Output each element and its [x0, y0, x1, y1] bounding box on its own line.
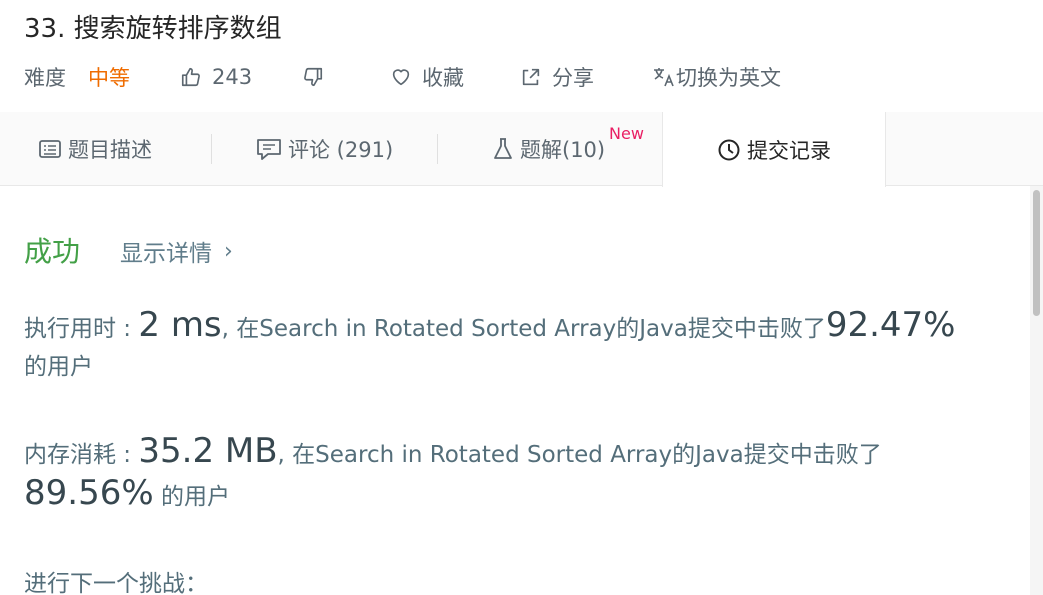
difficulty-value: 中等 [88, 66, 130, 90]
result-status: 成功 [24, 235, 81, 268]
chevron-right-icon: › [224, 238, 233, 264]
runtime-stat: 执行用时 : 2 ms, 在Search in Rotated Sorted A… [24, 306, 1004, 386]
memory-label: 内存消耗 : [24, 442, 139, 468]
runtime-description: , 在Search in Rotated Sorted Array的Java提交… [221, 316, 826, 342]
memory-stat: 内存消耗 : 35.2 MB, 在Search in Rotated Sorte… [24, 432, 1004, 516]
tab-comments[interactable]: 评论 (291) [256, 112, 393, 186]
runtime-suffix: 的用户 [24, 354, 93, 380]
like-count: 243 [212, 65, 253, 89]
scrollbar[interactable] [1030, 186, 1043, 595]
memory-description: , 在Search in Rotated Sorted Array的Java提交… [277, 442, 882, 468]
clock-icon [717, 138, 741, 162]
collect-button[interactable]: 收藏 [390, 60, 464, 94]
problem-tabs: 题目描述 评论 (291) 题解(10) 提交记录 [0, 112, 1043, 187]
tab-solutions[interactable]: 题解(10) [492, 112, 605, 186]
tab-comments-label: 评论 (291) [288, 138, 394, 162]
dislike-button[interactable] [302, 60, 324, 94]
next-challenge-label: 进行下一个挑战： [24, 571, 208, 595]
runtime-percent: 92.47% [825, 305, 956, 345]
heart-icon [390, 66, 412, 88]
thumbs-down-icon [302, 66, 324, 88]
tab-description-label: 题目描述 [68, 138, 152, 162]
runtime-label: 执行用时 : [24, 316, 139, 342]
share-icon [520, 66, 542, 88]
thumbs-up-icon [180, 66, 202, 88]
problem-header: 33. 搜索旋转排序数组 难度 中等 243 收藏 分享 切换为英文 [0, 0, 1043, 112]
flask-icon [492, 137, 514, 161]
problem-title: 33. 搜索旋转排序数组 [24, 14, 282, 44]
show-details-link[interactable]: 显示详情 › [120, 234, 233, 268]
memory-value: 35.2 MB [138, 431, 278, 471]
submission-result: 成功 显示详情 › 执行用时 : 2 ms, 在Search in Rotate… [0, 186, 1030, 595]
share-label: 分享 [552, 66, 594, 90]
new-badge: New [609, 124, 644, 143]
description-icon [38, 138, 62, 160]
language-switch-label: 切换为英文 [676, 66, 781, 90]
comment-icon [256, 137, 282, 161]
tab-solutions-label: 题解(10) [520, 138, 606, 162]
problem-meta-bar: 难度 中等 243 收藏 分享 切换为英文 [24, 60, 1024, 94]
tab-description[interactable]: 题目描述 [38, 112, 152, 186]
share-button[interactable]: 分享 [520, 60, 594, 94]
like-button[interactable]: 243 [180, 60, 252, 94]
difficulty-label: 难度 [24, 66, 66, 90]
translate-icon [652, 66, 676, 88]
collect-label: 收藏 [422, 66, 464, 90]
language-switch-button[interactable]: 切换为英文 [652, 60, 781, 94]
memory-percent: 89.56% [24, 473, 154, 513]
tab-submissions[interactable]: 提交记录 [662, 112, 886, 187]
show-details-label: 显示详情 [120, 241, 212, 267]
tab-divider [211, 134, 212, 164]
runtime-value: 2 ms [138, 305, 222, 345]
memory-suffix: 的用户 [153, 484, 230, 510]
scrollbar-thumb[interactable] [1033, 190, 1040, 316]
tab-submissions-label: 提交记录 [747, 138, 831, 163]
tab-divider [437, 134, 438, 164]
